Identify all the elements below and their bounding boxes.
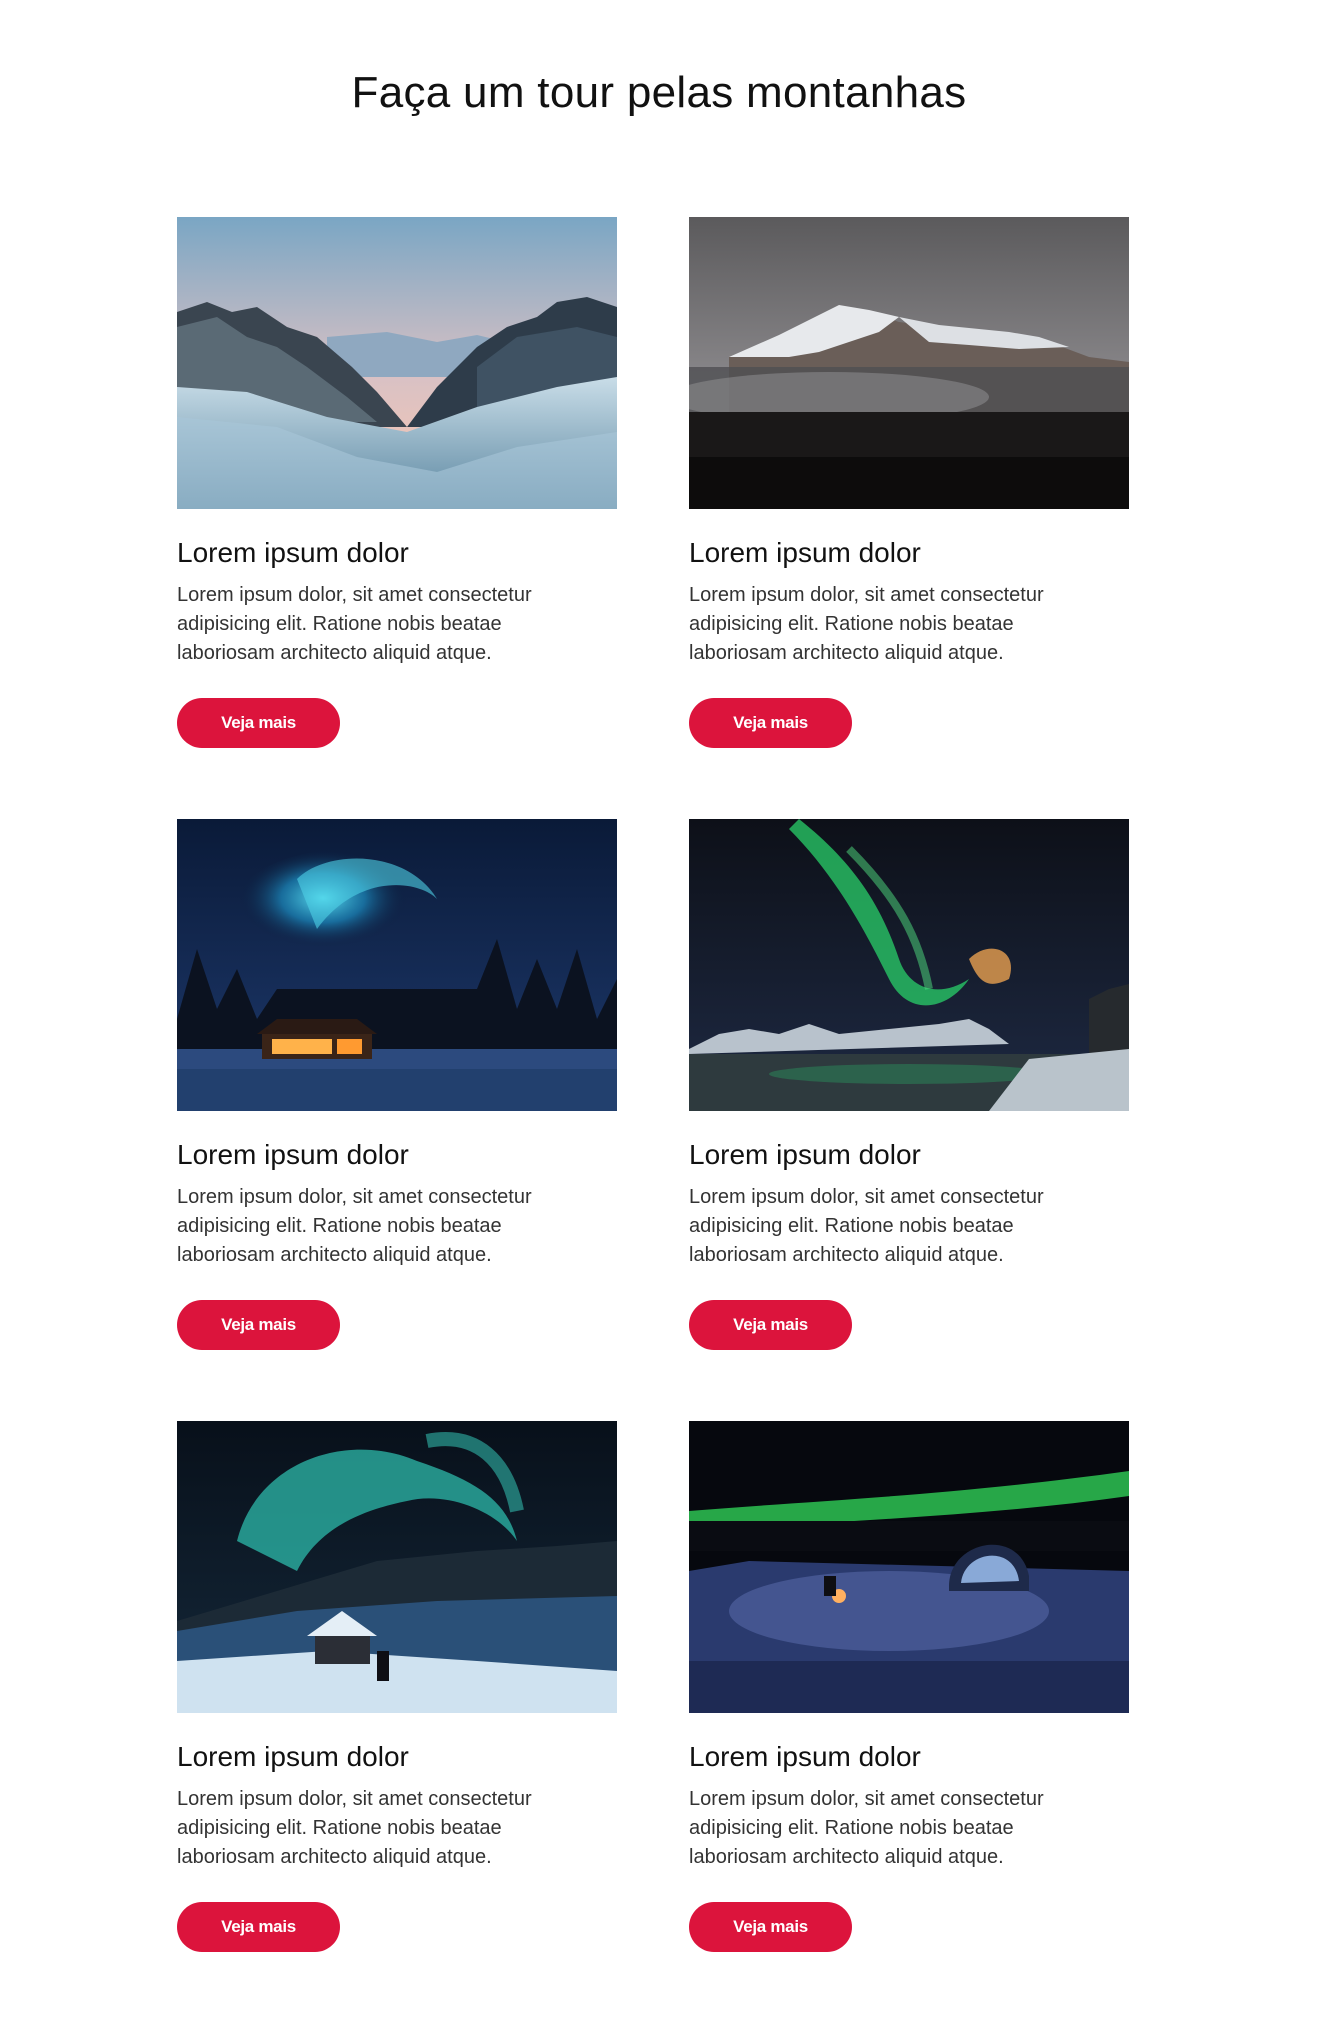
- card-description: Lorem ipsum dolor, sit amet consectetur …: [177, 584, 532, 664]
- veja-mais-button[interactable]: Veja mais: [177, 698, 340, 748]
- card-description: Lorem ipsum dolor, sit amet consectetur …: [177, 1186, 532, 1266]
- card-image-snowy-mountains: [177, 217, 617, 509]
- page-title: Faça um tour pelas montanhas: [351, 68, 967, 117]
- card-image-aurora-person: [177, 1421, 617, 1713]
- card-image-green-aurora: [689, 819, 1129, 1111]
- card: Lorem ipsum dolor Lorem ipsum dolor, sit…: [689, 217, 1129, 748]
- card: Lorem ipsum dolor Lorem ipsum dolor, sit…: [177, 819, 617, 1350]
- card-title: Lorem ipsum dolor: [689, 1741, 921, 1772]
- card: Lorem ipsum dolor Lorem ipsum dolor, sit…: [177, 217, 617, 748]
- card-image-misty-peak: [689, 217, 1129, 509]
- card-image-glass-igloo: [689, 1421, 1129, 1713]
- card-description: Lorem ipsum dolor, sit amet consectetur …: [689, 1788, 1044, 1868]
- card: Lorem ipsum dolor Lorem ipsum dolor, sit…: [177, 1421, 617, 1952]
- card-description: Lorem ipsum dolor, sit amet consectetur …: [689, 1186, 1044, 1266]
- veja-mais-button[interactable]: Veja mais: [177, 1902, 340, 1952]
- veja-mais-button[interactable]: Veja mais: [177, 1300, 340, 1350]
- card: Lorem ipsum dolor Lorem ipsum dolor, sit…: [689, 1421, 1129, 1952]
- card: Lorem ipsum dolor Lorem ipsum dolor, sit…: [689, 819, 1129, 1350]
- veja-mais-button[interactable]: Veja mais: [689, 698, 852, 748]
- card-description: Lorem ipsum dolor, sit amet consectetur …: [177, 1788, 532, 1868]
- card-title: Lorem ipsum dolor: [689, 537, 921, 568]
- veja-mais-button[interactable]: Veja mais: [689, 1902, 852, 1952]
- card-title: Lorem ipsum dolor: [177, 1139, 409, 1170]
- card-description: Lorem ipsum dolor, sit amet consectetur …: [689, 584, 1044, 664]
- card-title: Lorem ipsum dolor: [177, 537, 409, 568]
- card-image-aurora-cabin: [177, 819, 617, 1111]
- card-title: Lorem ipsum dolor: [177, 1741, 409, 1772]
- card-title: Lorem ipsum dolor: [689, 1139, 921, 1170]
- veja-mais-button[interactable]: Veja mais: [689, 1300, 852, 1350]
